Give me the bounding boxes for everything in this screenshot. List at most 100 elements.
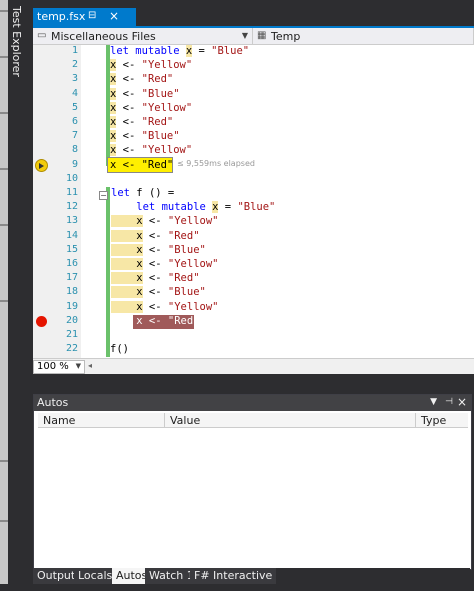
code-token: <- (116, 73, 142, 86)
code-token: <- (142, 215, 168, 228)
column-header-value[interactable]: Value (165, 413, 416, 427)
editor-status-bar: 100 % ▼ ◂ (33, 358, 474, 374)
autos-grid-header: Name Value Type (38, 413, 468, 428)
code-token: x (111, 300, 143, 313)
column-header-type[interactable]: Type (416, 413, 467, 427)
strip-tick (0, 10, 8, 12)
line-number: 11 (65, 187, 78, 198)
code-token: <- (142, 258, 168, 270)
line-number: 12 (65, 201, 78, 213)
code-token: "Blue" (141, 130, 180, 143)
breakpoint-icon[interactable] (36, 316, 47, 327)
code-line[interactable]: x <- "Blue" (110, 130, 180, 143)
left-panel-strip (0, 0, 8, 591)
window-bottom-edge (0, 584, 474, 591)
tab-locals[interactable]: Locals (74, 568, 117, 584)
code-line[interactable]: x <- "Yellow" (111, 258, 218, 270)
line-number: 18 (65, 286, 78, 298)
code-line[interactable]: x <- "Yellow" (110, 101, 193, 114)
code-token: x (111, 243, 143, 256)
line-number: 16 (65, 258, 78, 269)
test-explorer-label: Test Explorer (10, 6, 23, 77)
elapsed-time-hint: ≤ 9,559ms elapsed (177, 159, 255, 168)
code-token: let mutable (111, 201, 213, 214)
code-token: "Yellow" (141, 101, 193, 114)
line-number: 17 (65, 272, 78, 284)
column-header-name[interactable]: Name (38, 413, 165, 427)
strip-tick (0, 520, 8, 522)
code-token: <- (142, 272, 168, 285)
document-tab-temp-fsx[interactable]: temp.fsx ⊟ × (33, 8, 136, 26)
line-number: 21 (65, 329, 78, 340)
line-number: 10 (65, 172, 78, 184)
code-token: "Red" (167, 272, 200, 285)
code-token: "Yellow" (141, 144, 193, 157)
code-token: "Red" (141, 116, 174, 128)
current-statement-arrow-icon[interactable] (35, 159, 48, 172)
collapse-icon[interactable]: − (99, 191, 108, 200)
line-number: 2 (71, 59, 78, 71)
strip-tick (0, 56, 8, 58)
chevron-down-icon[interactable]: ▼ (430, 397, 437, 407)
line-number: 8 (71, 144, 78, 156)
document-tab-label: temp.fsx (37, 10, 86, 23)
code-token: <- (116, 59, 142, 72)
code-token: "Yellow" (167, 215, 219, 228)
code-token: <- (116, 130, 142, 143)
zoom-dropdown[interactable]: 100 % ▼ (33, 360, 85, 374)
pin-icon[interactable]: ⊟ (88, 10, 96, 21)
tab-fsharp-interactive[interactable]: F# Interactive (190, 568, 277, 584)
code-line[interactable]: x <- "Red" (110, 73, 174, 86)
code-token: f() (110, 343, 129, 356)
code-line[interactable]: x <- "Red" (111, 229, 200, 242)
close-icon[interactable]: × (109, 9, 119, 23)
change-indicator (106, 187, 110, 357)
code-token: "Red" (141, 73, 174, 86)
code-token: "Blue" (167, 243, 206, 256)
tab-output[interactable]: Output (33, 568, 80, 584)
code-line[interactable]: f() (110, 343, 129, 355)
code-line[interactable]: x <- "Blue" (110, 87, 180, 100)
close-icon[interactable]: × (457, 395, 467, 409)
code-token: <- (142, 243, 168, 256)
line-number: 1 (71, 45, 78, 56)
code-line[interactable]: let f () = (111, 187, 174, 199)
code-token: = (192, 45, 212, 57)
test-explorer-tab[interactable]: Test Explorer (8, 0, 28, 591)
code-line[interactable]: x <- "Red" (110, 116, 173, 128)
scope-dropdown[interactable]: ▦ Temp (253, 28, 474, 44)
pin-icon[interactable]: ⊣ (445, 397, 453, 407)
code-token: "Blue" (237, 201, 276, 214)
code-token: "Red" (167, 229, 200, 242)
strip-tick (0, 168, 8, 170)
line-number: 7 (71, 130, 78, 142)
code-line[interactable]: x <- "Yellow" (110, 59, 192, 72)
code-line[interactable]: x <- "Yellow" (111, 215, 219, 228)
code-line[interactable]: x <- "Yellow" (111, 300, 218, 313)
project-dropdown[interactable]: ▭ Miscellaneous Files ▼ (33, 28, 253, 44)
code-line[interactable]: x <- "Blue" (111, 243, 206, 256)
scroll-left-icon[interactable]: ◂ (88, 361, 92, 370)
zoom-level: 100 % (37, 361, 69, 372)
line-number: 6 (71, 116, 78, 127)
line-number: 19 (65, 300, 78, 312)
code-line[interactable]: x <- "Red" (110, 159, 173, 171)
project-dropdown-value: Miscellaneous Files (51, 30, 156, 43)
code-line[interactable]: x <- "Yellow" (110, 144, 193, 157)
line-number: 9 (71, 158, 78, 170)
code-line[interactable]: let mutable x = "Blue" (110, 45, 249, 57)
code-token: <- (142, 300, 168, 313)
code-line[interactable]: x <- "Blue" (111, 286, 206, 299)
code-line[interactable]: x <- "Red" (111, 272, 200, 285)
code-token: x <- "Red" (111, 314, 200, 327)
code-token: x (111, 229, 143, 242)
code-token: x (111, 286, 143, 299)
code-token: <- (116, 101, 142, 114)
scope-dropdown-value: Temp (271, 30, 301, 43)
code-editor[interactable]: − 1 2 3 4 5 6 7 8 9 10 11 12 13 14 15 16 17 18 19 20 21 22 le… (33, 45, 474, 358)
file-icon: ▭ (37, 30, 47, 41)
navigation-bar: ▭ Miscellaneous Files ▼ ▦ Temp (33, 28, 474, 45)
line-number: 4 (71, 87, 78, 99)
code-line[interactable]: x <- "Red" (111, 314, 200, 327)
code-line[interactable]: let mutable x = "Blue" (111, 201, 276, 214)
